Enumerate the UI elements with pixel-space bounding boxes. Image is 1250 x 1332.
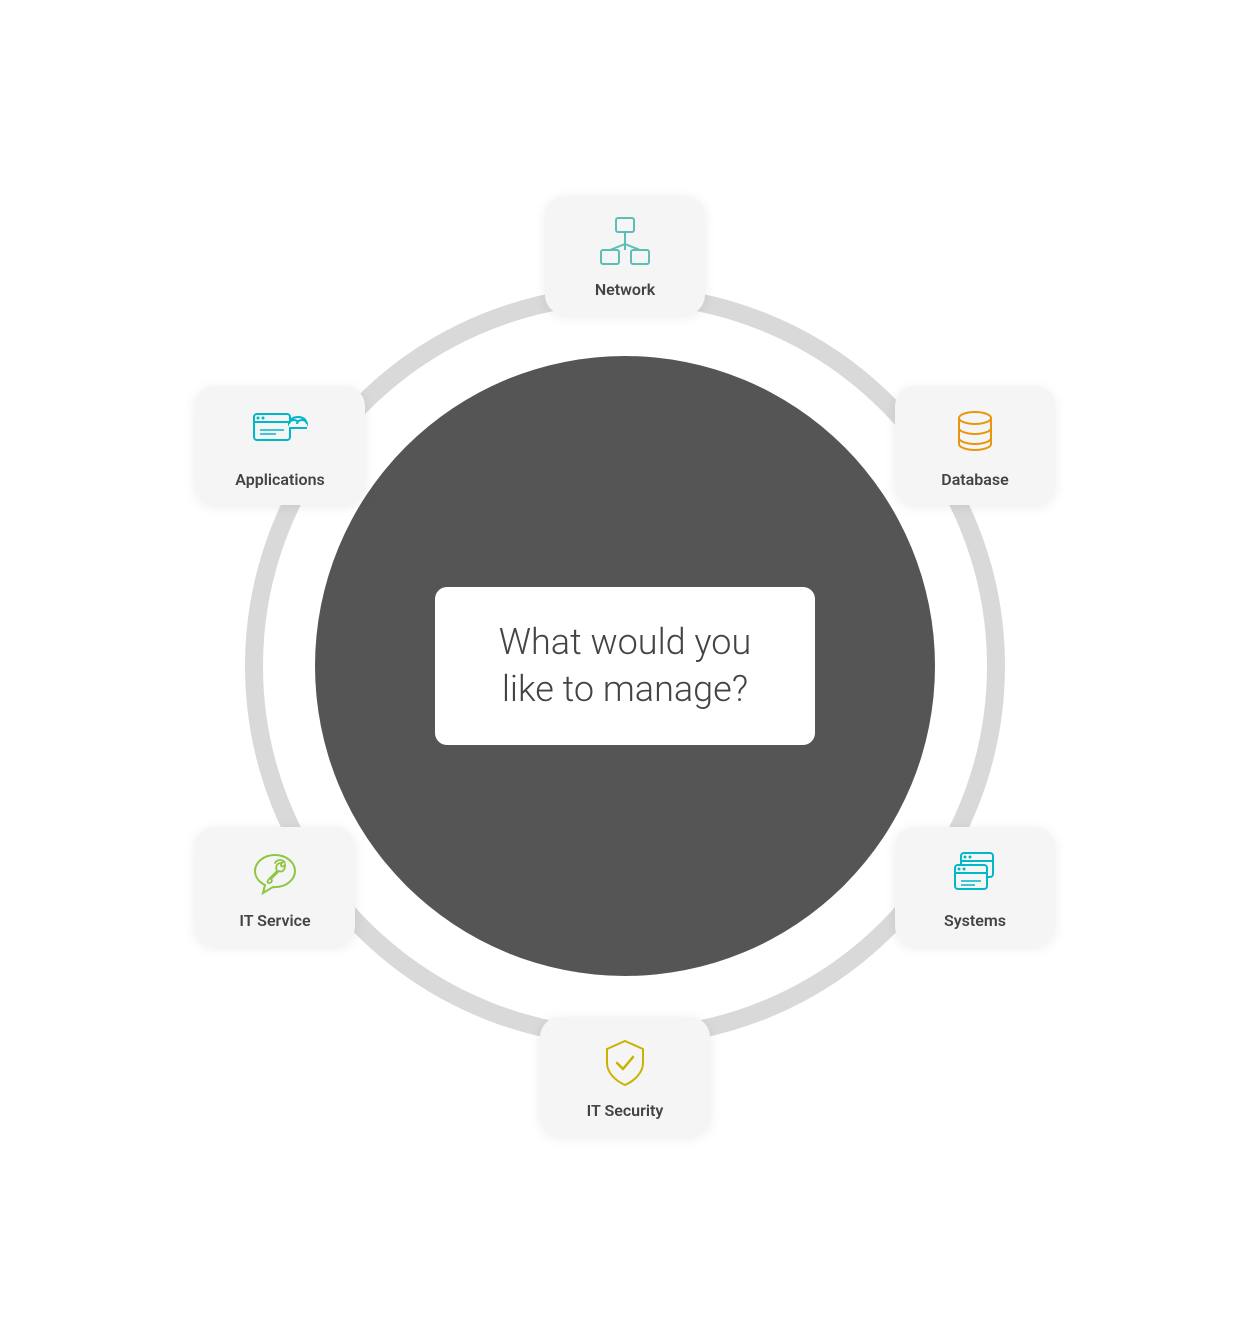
itservice-label: IT Service bbox=[239, 911, 310, 930]
center-text-box: What would you like to manage? bbox=[435, 587, 815, 745]
systems-icon bbox=[945, 843, 1005, 903]
node-itsecurity[interactable]: IT Security bbox=[540, 1017, 710, 1136]
inner-circle: What would you like to manage? bbox=[315, 356, 935, 976]
apps-icon bbox=[250, 402, 310, 462]
itsecurity-label: IT Security bbox=[587, 1101, 664, 1120]
systems-label: Systems bbox=[944, 911, 1006, 930]
diagram-container: What would you like to manage? Network bbox=[175, 186, 1075, 1146]
node-itservice[interactable]: IT Service bbox=[195, 827, 355, 946]
node-network[interactable]: Network bbox=[545, 196, 705, 315]
node-systems[interactable]: Systems bbox=[895, 827, 1055, 946]
node-applications[interactable]: Applications bbox=[195, 386, 365, 505]
center-question: What would you like to manage? bbox=[499, 621, 752, 710]
database-label: Database bbox=[941, 470, 1008, 489]
node-database[interactable]: Database bbox=[895, 386, 1055, 505]
shield-icon bbox=[595, 1033, 655, 1093]
database-icon bbox=[945, 402, 1005, 462]
network-label: Network bbox=[595, 280, 655, 299]
applications-label: Applications bbox=[235, 470, 324, 489]
wrench-icon bbox=[245, 843, 305, 903]
network-icon bbox=[595, 212, 655, 272]
